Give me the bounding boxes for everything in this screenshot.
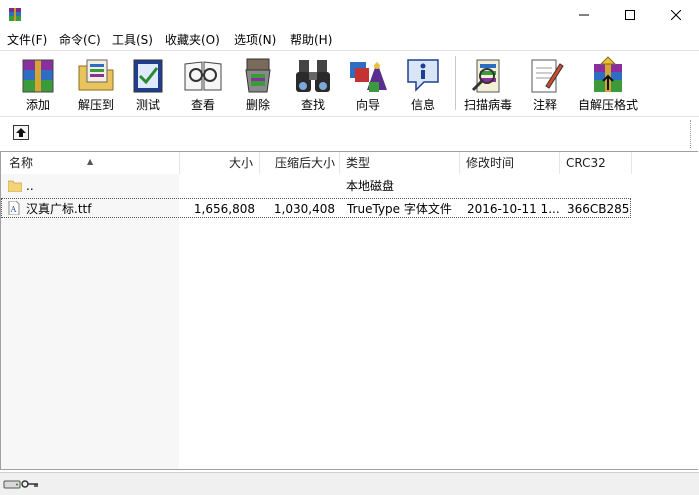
extract-to-button[interactable]: 解压到 [67, 51, 125, 115]
file-row-ttf[interactable]: A 汉真广标.ttf 1,656,808 1,030,408 TrueType … [1, 198, 631, 218]
view-button[interactable]: 查看 [180, 51, 226, 115]
file-type: 本地磁盘 [346, 179, 395, 193]
find-label: 查找 [300, 98, 325, 112]
menu-options[interactable]: 选项(N) [234, 32, 276, 48]
column-header-name[interactable]: 名称 ▲ [1, 152, 180, 174]
test-label: 测试 [135, 98, 160, 112]
maximize-button[interactable] [607, 0, 653, 30]
svg-text:A: A [10, 205, 17, 214]
extract-folder-icon [78, 59, 114, 91]
maximize-icon [625, 10, 635, 20]
file-crc32: 366CB285 [567, 202, 629, 216]
column-header-packed[interactable]: 压缩后大小 [260, 152, 340, 174]
sfx-button[interactable]: 自解压格式 [576, 51, 640, 115]
info-button[interactable]: 信息 [400, 51, 446, 115]
key-icon [21, 480, 38, 488]
menu-bar: 文件(F) 命令(C) 工具(S) 收藏夹(O) 选项(N) 帮助(H) [0, 30, 699, 50]
minimize-button[interactable] [561, 0, 607, 30]
test-archive-icon [133, 59, 163, 93]
extract-to-label: 解压到 [77, 98, 114, 112]
column-header-crc32[interactable]: CRC32 [560, 152, 632, 174]
view-book-icon [184, 61, 222, 91]
status-bar [0, 472, 699, 495]
comment-icon [531, 59, 564, 93]
virus-scan-label: 扫描病毒 [463, 98, 512, 112]
find-button[interactable]: 查找 [290, 51, 336, 115]
comment-button[interactable]: 注释 [522, 51, 568, 115]
sfx-label: 自解压格式 [577, 98, 638, 112]
up-arrow-icon [16, 128, 26, 137]
winrar-app-icon[interactable] [7, 7, 23, 23]
file-name: .. [26, 179, 34, 193]
virus-scan-button[interactable]: 扫描病毒 [461, 51, 515, 115]
column-header-modified[interactable]: 修改时间 [460, 152, 560, 174]
font-file-icon: A [8, 201, 20, 215]
sfx-icon [594, 56, 622, 92]
file-type: TrueType 字体文件 [347, 202, 452, 216]
column-header-size[interactable]: 大小 [180, 152, 260, 174]
toolbar: 添加 解压到 测试 查看 删除 查找 向导 信息 扫描病毒 注释 自解压格式 [0, 50, 699, 117]
list-header: 名称 ▲ 大小 压缩后大小 类型 修改时间 CRC32 [1, 152, 698, 174]
file-size: 1,656,808 [193, 202, 255, 216]
file-row-parent[interactable]: .. 本地磁盘 [1, 176, 631, 196]
minimize-icon [579, 14, 589, 16]
wizard-label: 向导 [355, 98, 380, 112]
view-label: 查看 [190, 98, 215, 112]
menu-favorites[interactable]: 收藏夹(O) [165, 32, 220, 48]
add-archive-icon [22, 59, 54, 93]
add-button[interactable]: 添加 [12, 51, 64, 115]
column-header-type[interactable]: 类型 [340, 152, 460, 174]
wizard-button[interactable]: 向导 [345, 51, 391, 115]
up-one-level-button[interactable] [13, 125, 29, 140]
drive-icon [3, 480, 21, 489]
menu-commands[interactable]: 命令(C) [59, 32, 101, 48]
title-bar [0, 0, 699, 30]
find-binoculars-icon [296, 60, 330, 92]
comment-label: 注释 [532, 98, 557, 112]
info-icon [407, 59, 439, 92]
delete-button[interactable]: 删除 [235, 51, 281, 115]
menu-tools[interactable]: 工具(S) [112, 32, 153, 48]
sort-ascending-icon: ▲ [87, 157, 94, 166]
file-modified: 2016-10-11 1... [467, 202, 559, 216]
toolbar-grip[interactable] [690, 120, 693, 148]
file-list[interactable]: 名称 ▲ 大小 压缩后大小 类型 修改时间 CRC32 .. 本地磁盘 A 汉真… [0, 151, 698, 470]
delete-icon [245, 58, 271, 93]
delete-label: 删除 [245, 98, 270, 112]
menu-help[interactable]: 帮助(H) [290, 32, 332, 48]
test-button[interactable]: 测试 [125, 51, 171, 115]
info-label: 信息 [410, 98, 435, 112]
virus-scan-icon [471, 59, 500, 93]
toolbar-separator [455, 56, 456, 110]
wizard-icon [350, 62, 387, 92]
menu-file[interactable]: 文件(F) [7, 32, 47, 48]
address-bar [0, 116, 699, 151]
file-name: 汉真广标.ttf [26, 202, 92, 216]
close-icon [671, 10, 681, 20]
column-header-name-label: 名称 [9, 156, 34, 170]
add-label: 添加 [25, 98, 50, 112]
file-packed-size: 1,030,408 [273, 202, 335, 216]
close-button[interactable] [653, 0, 699, 30]
folder-icon [8, 180, 22, 192]
